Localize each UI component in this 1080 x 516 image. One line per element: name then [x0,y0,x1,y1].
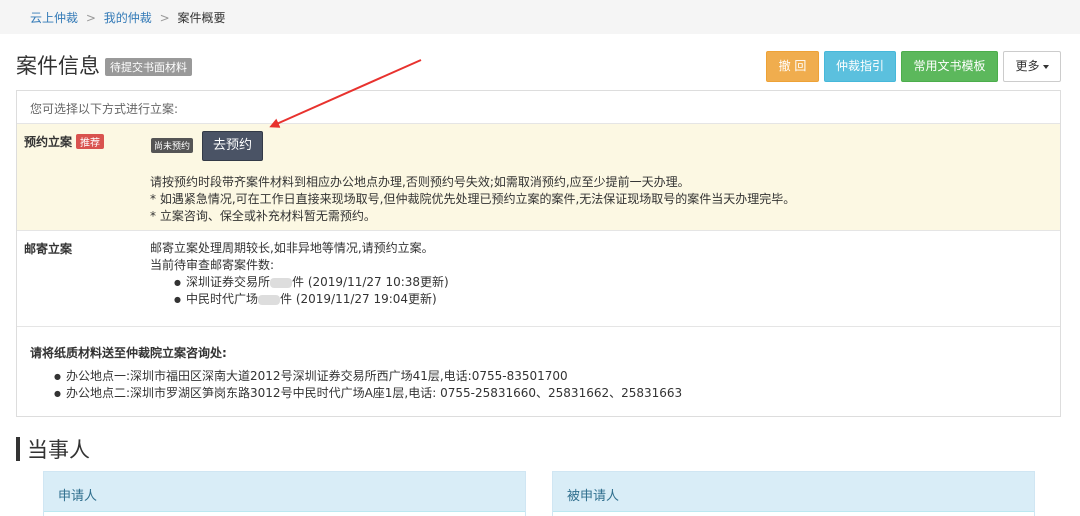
page-title: 案件信息 [16,54,100,78]
mail-details: 邮寄立案处理周期较长,如非异地等情况,请预约立案。 当前待审查邮寄案件数: 深圳… [150,240,449,308]
mail-count-label: 当前待审查邮寄案件数: [150,258,275,272]
templates-button[interactable]: 常用文书模板 [901,51,998,82]
pending-badge: 尚未预约 [151,138,194,153]
redacted-count [270,277,292,288]
status-badge: 待提交书面材料 [105,58,192,76]
mail-note: 邮寄立案处理周期较长,如非异地等情况,请预约立案。 [150,241,434,255]
office-list: 办公地点一:深圳市福田区深南大道2012号深圳证券交易所西广场41层,电话:07… [54,368,682,402]
breadcrumb-separator: > [159,11,170,25]
list-item: 深圳证券交易所 件 (2019/11/27 10:38更新) [174,274,449,291]
list-item: 办公地点一:深圳市福田区深南大道2012号深圳证券交易所西广场41层,电话:07… [54,368,682,385]
appointment-label-wrap: 预约立案 推荐 [24,133,105,150]
appointment-note: * 如遇紧急情况,可在工作日直接来现场取号,但仲裁院优先处理已预约立案的案件,无… [150,192,796,206]
appointment-note: 请按预约时段带齐案件材料到相应办公地点办理,否则预约号失效;如需取消预约,应至少… [150,175,690,189]
paper-row: 请将纸质材料送至仲裁院立案咨询处: 办公地点一:深圳市福田区深南大道2012号深… [17,327,1060,416]
mail-count-suffix: 件 (2019/11/27 10:38更新) [292,275,449,289]
respondent-panel: 被申请人 [552,471,1035,516]
mail-place: 深圳证券交易所 [185,275,270,289]
filing-panel: 您可选择以下方式进行立案: 预约立案 推荐 尚未预约 去预约 请按预约时段带齐案件… [16,90,1061,417]
redacted-count [258,294,280,305]
breadcrumb-current: 案件概要 [177,11,226,25]
mail-row: 邮寄立案 邮寄立案处理周期较长,如非异地等情况,请预约立案。 当前待审查邮寄案件… [17,231,1060,327]
breadcrumb-separator: > [85,11,96,25]
caret-down-icon [1042,64,1049,69]
paper-title: 请将纸质材料送至仲裁院立案咨询处: [30,346,227,360]
page-header: 案件信息 待提交书面材料 [16,50,192,80]
filing-intro: 您可选择以下方式进行立案: [17,91,1060,124]
mail-count-list: 深圳证券交易所 件 (2019/11/27 10:38更新) 中民时代广场 件 (2… [150,274,449,308]
mail-label: 邮寄立案 [24,242,73,256]
mail-place: 中民时代广场 [185,292,258,306]
guide-button[interactable]: 仲裁指引 [824,51,896,82]
parties-section-header: 当事人 [16,434,90,464]
more-label: 更多 [1015,59,1040,73]
respondent-heading: 被申请人 [553,472,1034,512]
more-dropdown-button[interactable]: 更多 [1003,51,1061,82]
appointment-notes: 请按预约时段带齐案件材料到相应办公地点办理,否则预约号失效;如需取消预约,应至少… [150,174,795,225]
list-item: 中民时代广场 件 (2019/11/27 19:04更新) [174,291,449,308]
withdraw-button[interactable]: 撤 回 [766,51,819,82]
recommend-badge: 推荐 [76,134,105,149]
applicant-heading: 申请人 [44,472,525,512]
breadcrumb: 云上仲裁 > 我的仲裁 > 案件概要 [0,0,1080,34]
section-bar [16,437,20,461]
appointment-label: 预约立案 [24,135,73,149]
breadcrumb-mine-link[interactable]: 我的仲裁 [104,11,152,25]
toolbar: 撤 回 仲裁指引 常用文书模板 更多 [766,51,1061,82]
mail-count-suffix: 件 (2019/11/27 19:04更新) [280,292,437,306]
applicant-panel: 申请人 [43,471,526,516]
list-item: 办公地点二:深圳市罗湖区笋岗东路3012号中民时代广场A座1层,电话: 0755… [54,385,682,402]
appointment-row: 预约立案 推荐 尚未预约 去预约 请按预约时段带齐案件材料到相应办公地点办理,否则… [17,124,1060,231]
book-appointment-button[interactable]: 去预约 [202,131,263,161]
parties-title: 当事人 [27,438,90,462]
breadcrumb-home-link[interactable]: 云上仲裁 [30,11,78,25]
appointment-note: * 立案咨询、保全或补充材料暂无需预约。 [150,209,376,223]
